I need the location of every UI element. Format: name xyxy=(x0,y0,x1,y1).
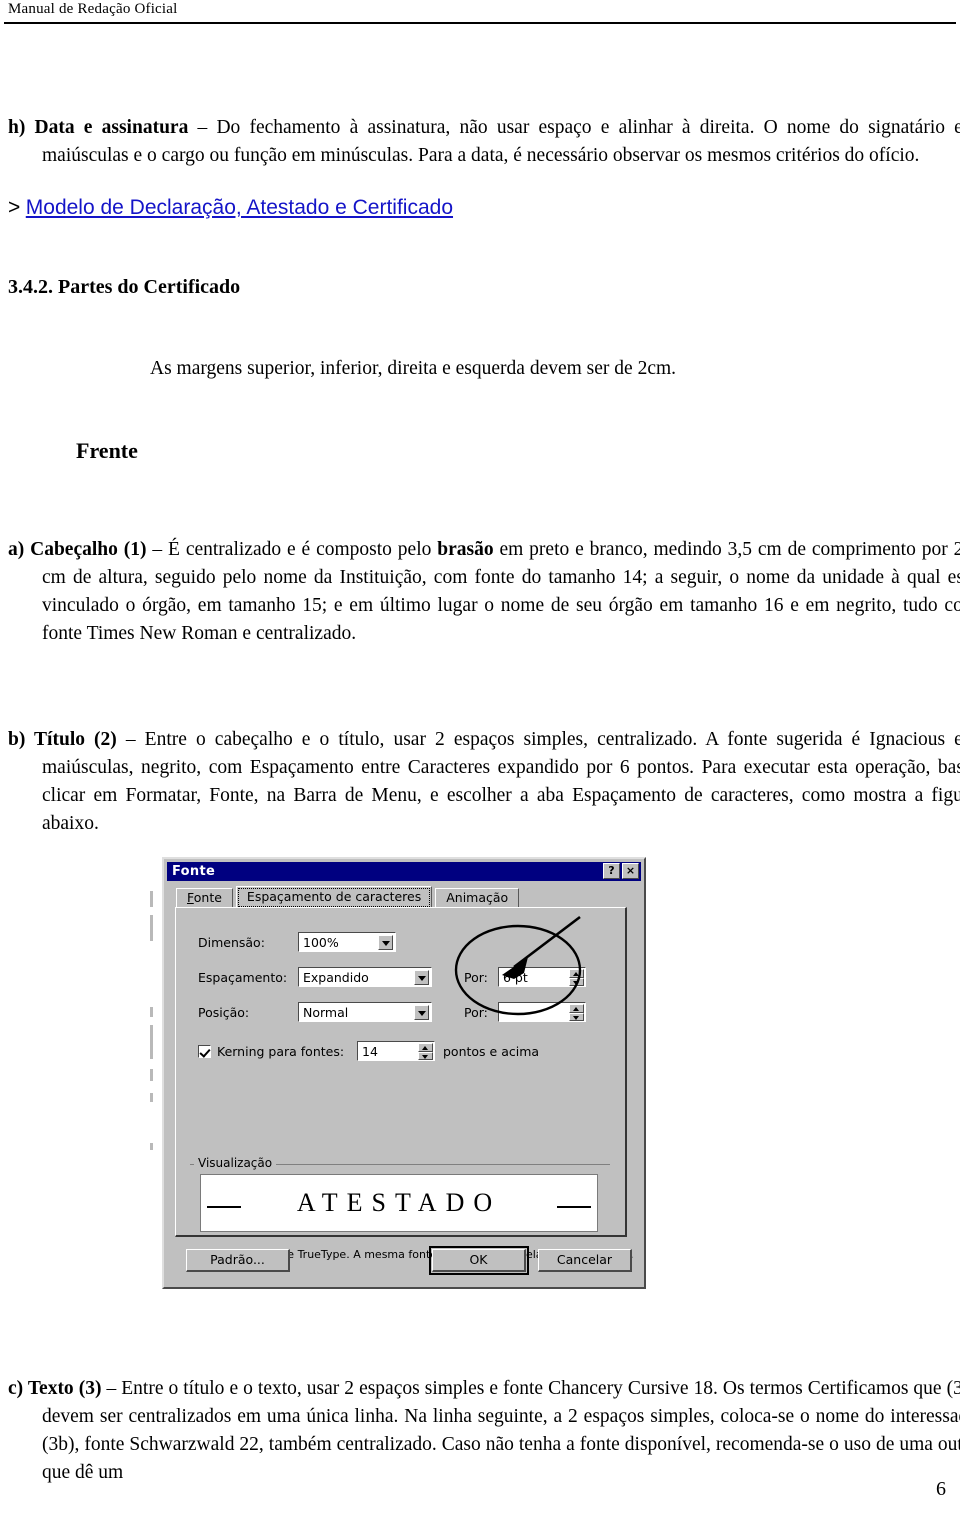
posicao-por-spinner[interactable] xyxy=(498,1002,586,1022)
spinner-buttons[interactable] xyxy=(569,1004,584,1021)
item-a-bold-brasao: brasão xyxy=(437,538,494,560)
model-link-line[interactable]: > Modelo de Declaração, Atestado e Certi… xyxy=(8,194,453,220)
cancel-button[interactable]: Cancelar xyxy=(538,1249,632,1272)
running-title: Manual de Redação Oficial xyxy=(8,1,178,17)
paragraph-item-b: b) Título (2) – Entre o cabeçalho e o tí… xyxy=(8,726,960,838)
padrao-button[interactable]: Padrão... xyxy=(186,1249,290,1272)
ok-button[interactable]: OK xyxy=(429,1246,529,1275)
spinner-buttons[interactable] xyxy=(569,969,584,986)
paragraph-item-c: c) Texto (3) – Entre o título e o texto,… xyxy=(8,1375,960,1487)
dimensao-label: Dimensão: xyxy=(198,934,265,950)
tab-espacamento-de-caracteres[interactable]: Espaçamento de caracteres xyxy=(235,886,433,909)
header-rule xyxy=(4,22,956,24)
espacamento-label: Espaçamento: xyxy=(198,969,288,985)
dimensao-value: 100% xyxy=(303,934,339,950)
scan-artifact xyxy=(150,891,153,907)
spinner-down-icon[interactable] xyxy=(569,977,584,986)
kerning-value: 14 xyxy=(362,1043,378,1059)
row-espacamento: Espaçamento: Expandido xyxy=(198,967,432,987)
espacamento-value: Expandido xyxy=(303,969,369,985)
espacamento-por-value: 6 pt xyxy=(503,969,528,985)
chevron-down-icon[interactable] xyxy=(414,1005,429,1020)
row-posicao-por: Por: xyxy=(464,1002,586,1022)
preview-sample-text: ATESTADO xyxy=(296,1188,502,1217)
item-a-text-part1: – É centralizado e é composto pelo xyxy=(146,538,438,560)
font-preview-box: ATESTADO xyxy=(200,1174,598,1232)
posicao-label: Posição: xyxy=(198,1004,250,1020)
cancel-button-wrap: Cancelar xyxy=(538,1249,632,1272)
page-running-header: Manual de Redação Oficial xyxy=(0,0,960,26)
dialog-title: Fonte xyxy=(172,864,216,879)
scan-artifact xyxy=(150,915,153,941)
kerning-spinner[interactable]: 14 xyxy=(357,1041,435,1061)
chevron-down-icon[interactable] xyxy=(414,970,429,985)
posicao-combobox[interactable]: Normal xyxy=(298,1002,432,1022)
titlebar-button-group: ? × xyxy=(603,863,639,879)
tabpage-espacamento: Dimensão: 100% Espaçamento: Expandido Po… xyxy=(175,907,634,1261)
margins-note: As margens superior, inferior, direita e… xyxy=(150,358,677,379)
scan-artifact xyxy=(150,1069,153,1081)
link-modelo-declaracao[interactable]: Modelo de Declaração, Atestado e Certifi… xyxy=(26,196,453,219)
item-c-text: – Entre o título e o texto, usar 2 espaç… xyxy=(42,1377,960,1483)
item-a-label: a) Cabeçalho (1) xyxy=(8,538,147,560)
dimensao-combobox[interactable]: 100% xyxy=(298,932,396,952)
link-bullet-prefix: > xyxy=(8,196,21,219)
fonte-dialog-window: Fonte ? × Fonte Espaçamento de caractere… xyxy=(162,857,646,1289)
item-h-label: h) Data e assinatura xyxy=(8,116,189,138)
row-espacamento-por: Por: 6 pt xyxy=(464,967,586,987)
espacamento-por-spinner[interactable]: 6 pt xyxy=(498,967,586,987)
kerning-suffix-label: pontos e acima xyxy=(443,1043,540,1059)
posicao-value: Normal xyxy=(303,1004,349,1020)
kerning-checkbox[interactable] xyxy=(198,1044,211,1058)
posicao-por-label: Por: xyxy=(464,1004,488,1020)
item-b-text: – Entre o cabeçalho e o título, usar 2 e… xyxy=(42,728,960,834)
kerning-label: Kerning para fontes: xyxy=(217,1043,345,1059)
scan-artifact xyxy=(150,1025,153,1059)
visualizacao-label: Visualização xyxy=(194,1156,277,1170)
spinner-buttons[interactable] xyxy=(418,1043,433,1060)
paragraph-item-a: a) Cabeçalho (1) – É centralizado e é co… xyxy=(8,536,960,648)
close-icon[interactable]: × xyxy=(622,863,639,879)
chevron-down-icon[interactable] xyxy=(378,935,393,950)
preview-dash-left xyxy=(207,1206,241,1208)
row-kerning: Kerning para fontes: 14 pontos e acima xyxy=(198,1041,539,1061)
scan-artifact xyxy=(150,1007,153,1017)
preview-dash-right xyxy=(557,1206,591,1208)
figure-fonte-dialog: Fonte ? × Fonte Espaçamento de caractere… xyxy=(150,857,646,1289)
tab-fonte[interactable]: Fonte xyxy=(176,888,233,908)
spinner-down-icon[interactable] xyxy=(418,1051,433,1060)
padrao-button-wrap: Padrão... xyxy=(186,1249,290,1272)
section-heading-3-4-2: 3.4.2. Partes do Certificado xyxy=(8,276,241,298)
tab-animacao[interactable]: Animação xyxy=(435,888,520,908)
dialog-tabstrip: Fonte Espaçamento de caracteres Animação xyxy=(176,886,522,909)
scan-artifact xyxy=(150,1143,153,1150)
espacamento-combobox[interactable]: Expandido xyxy=(298,967,432,987)
espacamento-por-label: Por: xyxy=(464,969,488,985)
row-dimensao: Dimensão: 100% xyxy=(198,932,396,952)
page-number: 6 xyxy=(936,1478,946,1500)
spinner-up-icon[interactable] xyxy=(569,1004,584,1013)
scan-artifact xyxy=(150,1093,153,1102)
help-icon[interactable]: ? xyxy=(603,863,620,879)
frente-heading: Frente xyxy=(76,438,138,463)
paragraph-item-h: h) Data e assinatura – Do fechamento à a… xyxy=(8,114,960,170)
visualizacao-groupbox: Visualização ATESTADO xyxy=(190,1156,610,1232)
tab-fonte-label-rest: onte xyxy=(193,890,222,905)
item-c-label: c) Texto (3) xyxy=(8,1377,102,1399)
spinner-up-icon[interactable] xyxy=(418,1043,433,1052)
spinner-down-icon[interactable] xyxy=(569,1012,584,1021)
dialog-titlebar[interactable]: Fonte ? × xyxy=(167,862,641,881)
item-b-label: b) Título (2) xyxy=(8,728,117,750)
spinner-up-icon[interactable] xyxy=(569,969,584,978)
ok-button-wrap: OK xyxy=(429,1246,529,1275)
row-posicao: Posição: Normal xyxy=(198,1002,432,1022)
